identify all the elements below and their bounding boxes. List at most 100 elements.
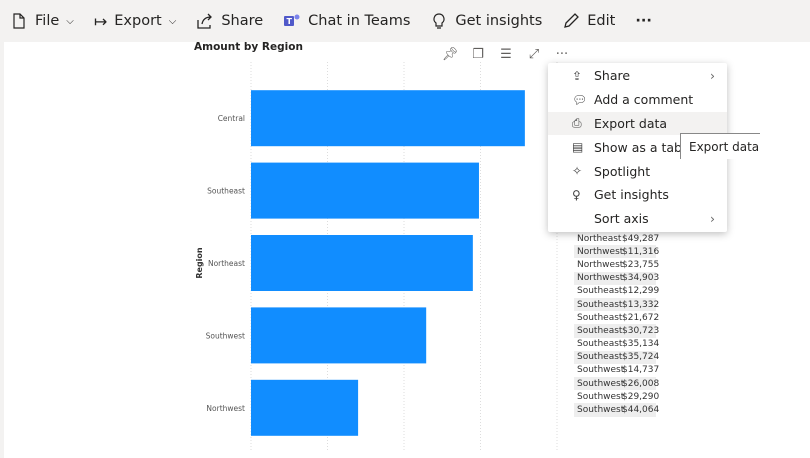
region-cell: Southeast xyxy=(577,312,623,323)
table-row: Northeast $49,287 xyxy=(574,232,660,245)
chat-in-teams-button[interactable]: T Chat in Teams xyxy=(283,12,410,30)
copy-icon[interactable]: ❐ xyxy=(470,46,486,62)
menu-item-label: Export data xyxy=(594,115,668,131)
share-icon xyxy=(197,13,213,29)
more-icon: ··· xyxy=(635,13,652,29)
bar-northwest xyxy=(251,379,359,436)
menu-item-label: Get insights xyxy=(594,187,669,203)
region-cell: Northwest xyxy=(577,273,624,284)
more-options-icon[interactable]: ··· xyxy=(554,46,570,62)
export-data-icon: ⎙ xyxy=(572,115,582,130)
toolbar: File ⌵ ↦ Export ⌵ Share T Chat in Teams Ge… xyxy=(0,0,810,42)
table-row: Northwest $34,903 xyxy=(574,271,660,285)
svg-text:T: T xyxy=(287,17,293,26)
menu-item-label: Add a comment xyxy=(594,92,694,108)
region-cell: Southeast xyxy=(577,286,623,297)
amount-cell: $29,290 xyxy=(622,391,660,402)
category-label: Central xyxy=(218,114,245,123)
edit-label: Edit xyxy=(587,13,616,29)
bar-central xyxy=(251,90,525,147)
pin-icon[interactable]: 📌︎ xyxy=(442,46,459,62)
chevron-right-icon: › xyxy=(710,211,715,227)
table-row: Northwest $11,316 xyxy=(574,245,660,259)
amount-cell: $35,134 xyxy=(622,339,660,350)
menu-item-get-insights[interactable]: ♀ Get insights xyxy=(548,183,727,207)
region-cell: Northwest xyxy=(577,246,624,257)
file-label: File xyxy=(35,13,60,29)
edit-button[interactable]: Edit xyxy=(562,12,615,30)
export-menu[interactable]: ↦ Export ⌵ xyxy=(94,12,176,31)
table-row: Southwest $29,290 xyxy=(574,390,660,403)
menu-item-label: Sort axis xyxy=(594,211,649,227)
table-row: Southeast $21,672 xyxy=(574,311,660,324)
table-row: Southeast $35,724 xyxy=(574,350,660,364)
export-icon: ↦ xyxy=(93,11,108,31)
amount-cell: $34,903 xyxy=(622,273,660,284)
menu-item-add-a-comment[interactable]: 💬︎ Add a comment xyxy=(548,88,727,112)
amount-cell: $49,287 xyxy=(622,233,660,244)
category-label: Southwest xyxy=(206,331,245,340)
bar-southeast xyxy=(251,162,479,219)
comment-icon: 💬︎ xyxy=(572,92,588,107)
visual-header-icons: 📌︎ ❐ ☰ ⤢ ··· xyxy=(442,46,570,62)
pencil-icon xyxy=(564,13,580,28)
teams-icon: T xyxy=(284,14,300,26)
region-cell: Southwest xyxy=(577,405,625,416)
chat-label: Chat in Teams xyxy=(308,13,411,29)
region-cell: Southeast xyxy=(577,299,623,310)
y-axis-title: Region xyxy=(195,247,204,279)
share-button[interactable]: Share xyxy=(196,12,263,30)
share-icon: ⇪ xyxy=(572,68,583,83)
filter-icon[interactable]: ☰ xyxy=(498,46,514,62)
amount-cell: $23,755 xyxy=(622,259,660,270)
table-row: Southeast $30,723 xyxy=(574,324,660,338)
menu-item-share[interactable]: ⇪ Share › xyxy=(548,64,727,88)
region-cell: Southwest xyxy=(577,378,625,389)
table-row: Southwest $44,064 xyxy=(574,403,660,417)
file-icon xyxy=(13,13,25,29)
table-row: Northwest $23,755 xyxy=(574,258,660,271)
amount-cell: $44,064 xyxy=(622,405,660,416)
menu-item-sort-axis[interactable]: Sort axis › xyxy=(548,207,727,231)
region-cell: Southwest xyxy=(577,391,625,402)
table-icon: ▤ xyxy=(572,140,584,155)
menu-item-label: Show as a table xyxy=(594,139,694,155)
export-label: Export xyxy=(114,13,162,29)
data-table: Northeast $49,287 Northwest $11,316 Northwes… xyxy=(574,232,660,417)
amount-cell: $13,332 xyxy=(622,299,660,310)
amount-cell: $26,008 xyxy=(622,378,660,389)
category-label: Northwest xyxy=(206,404,245,413)
table-row: Southwest $26,008 xyxy=(574,377,660,391)
tooltip: Export data xyxy=(680,133,760,159)
region-cell: Southeast xyxy=(577,339,623,350)
more-options-button[interactable]: ··· xyxy=(635,13,652,29)
region-cell: Northeast xyxy=(577,233,622,244)
menu-item-export-data[interactable]: ⎙ Export data xyxy=(548,111,727,136)
lightbulb-icon: ♀ xyxy=(572,187,581,202)
bar-southwest xyxy=(251,307,427,364)
spotlight-icon: ✧ xyxy=(572,164,583,179)
table-row: Southeast $13,332 xyxy=(574,297,660,312)
share-label: Share xyxy=(221,13,264,29)
region-cell: Southeast xyxy=(577,325,623,336)
get-insights-button[interactable]: Get insights xyxy=(430,12,542,30)
bar-northeast xyxy=(251,235,473,291)
chevron-down-icon: ⌵ xyxy=(66,15,74,27)
amount-cell: $30,723 xyxy=(622,325,660,336)
amount-cell: $21,672 xyxy=(622,312,660,323)
region-cell: Southwest xyxy=(577,365,625,376)
menu-item-spotlight[interactable]: ✧ Spotlight xyxy=(548,159,727,183)
amount-cell: $12,299 xyxy=(622,286,660,297)
file-menu[interactable]: File ⌵ xyxy=(10,12,74,30)
focus-mode-icon[interactable]: ⤢ xyxy=(526,46,542,62)
amount-cell: $35,724 xyxy=(622,352,660,363)
region-cell: Southeast xyxy=(577,352,623,363)
amount-cell: $14,737 xyxy=(622,365,660,376)
amount-cell: $11,316 xyxy=(622,246,660,257)
chevron-down-icon: ⌵ xyxy=(168,15,177,27)
table-row: Southwest $14,737 xyxy=(574,364,660,377)
region-cell: Northwest xyxy=(577,259,624,270)
menu-item-label: Share xyxy=(594,68,631,84)
table-row: Southeast $35,134 xyxy=(574,338,660,351)
visual-title: Amount by Region xyxy=(194,41,303,53)
